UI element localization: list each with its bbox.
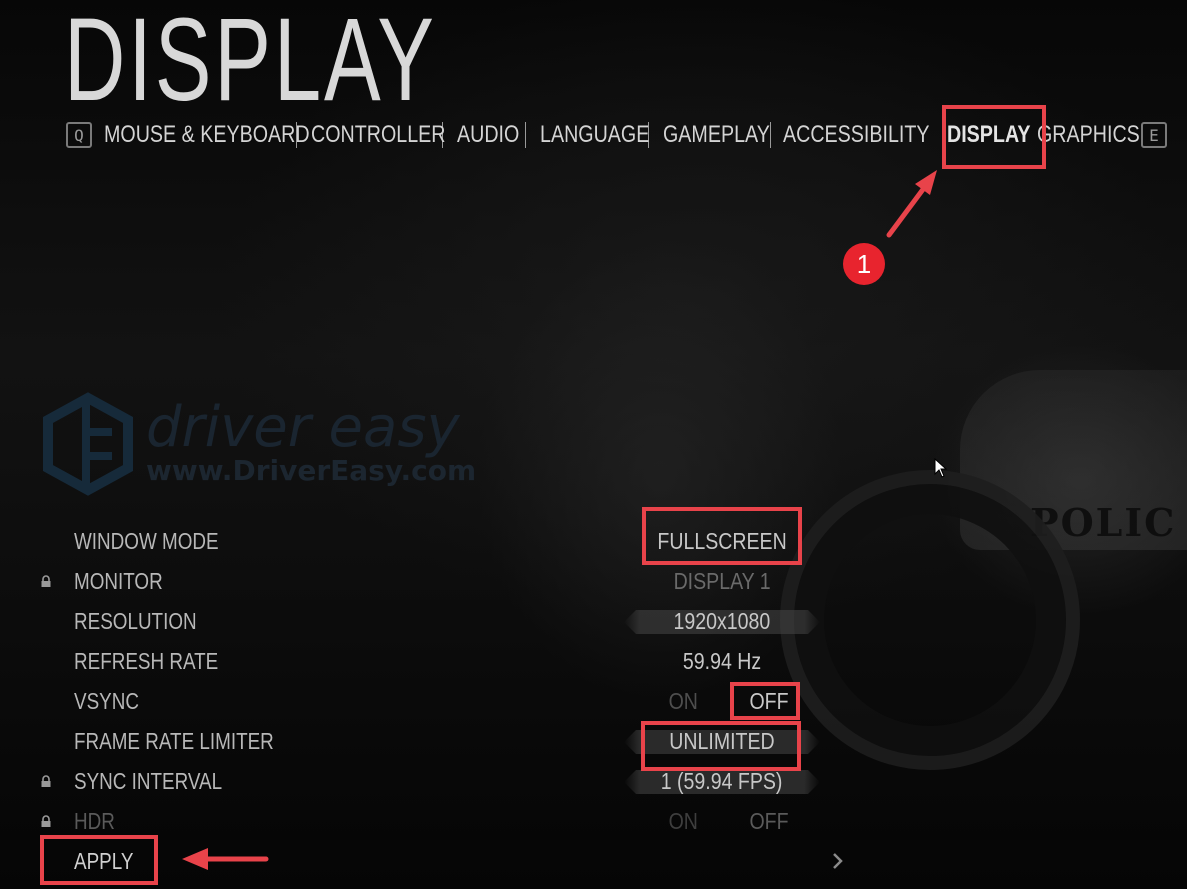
prev-tab-key-q[interactable]: Q bbox=[66, 122, 92, 148]
tab-controller[interactable]: CONTROLLER bbox=[311, 121, 446, 149]
setting-row-resolution[interactable]: RESOLUTION 1920x1080 bbox=[0, 602, 900, 642]
setting-row-refresh-rate[interactable]: REFRESH RATE 59.94 Hz bbox=[0, 642, 900, 682]
setting-row-monitor: MONITOR DISPLAY 1 bbox=[0, 562, 900, 602]
chevron-right-icon[interactable] bbox=[830, 849, 846, 873]
step-number-badge: 1 bbox=[843, 243, 885, 285]
setting-label: MONITOR bbox=[74, 568, 163, 594]
page-title: DISPLAY bbox=[64, 0, 437, 126]
watermark: driver easy www.DriverEasy.com bbox=[40, 392, 476, 496]
tab-separator bbox=[770, 122, 771, 148]
watermark-url: www.DriverEasy.com bbox=[146, 453, 477, 487]
vsync-on-option[interactable]: ON bbox=[666, 688, 701, 715]
next-tab-key-e[interactable]: E bbox=[1141, 122, 1167, 148]
setting-label: VSYNC bbox=[74, 688, 139, 714]
tab-separator bbox=[525, 122, 526, 148]
mouse-cursor-icon bbox=[934, 458, 948, 478]
hdr-off-option: OFF bbox=[749, 808, 789, 834]
setting-label: REFRESH RATE bbox=[74, 648, 219, 674]
setting-value-monitor: DISPLAY 1 bbox=[673, 568, 771, 594]
highlight-window-mode bbox=[642, 507, 802, 565]
tab-language[interactable]: LANGUAGE bbox=[540, 121, 649, 149]
highlight-apply bbox=[40, 835, 158, 885]
setting-label: SYNC INTERVAL bbox=[74, 768, 223, 794]
setting-label: WINDOW MODE bbox=[74, 528, 219, 554]
setting-value-refresh-rate[interactable]: 59.94 Hz bbox=[620, 648, 824, 675]
lock-icon bbox=[41, 815, 51, 827]
tab-gameplay[interactable]: GAMEPLAY bbox=[663, 121, 770, 149]
setting-label: HDR bbox=[74, 808, 115, 834]
tab-audio[interactable]: AUDIO bbox=[457, 121, 519, 149]
driver-easy-logo-icon bbox=[43, 392, 133, 496]
lock-icon bbox=[41, 775, 51, 787]
setting-value-sync-interval: 1 (59.94 FPS) bbox=[661, 768, 783, 794]
setting-label: RESOLUTION bbox=[74, 608, 197, 634]
lock-icon bbox=[41, 575, 51, 587]
watermark-brand: driver easy bbox=[146, 394, 460, 460]
highlight-display-tab bbox=[942, 105, 1046, 169]
tab-mouse-keyboard[interactable]: MOUSE & KEYBOARD bbox=[104, 121, 310, 149]
hdr-on-option: ON bbox=[668, 808, 698, 834]
setting-label: FRAME RATE LIMITER bbox=[74, 728, 274, 754]
tab-accessibility[interactable]: ACCESSIBILITY bbox=[783, 121, 930, 149]
setting-value-resolution[interactable]: 1920x1080 bbox=[620, 608, 824, 635]
highlight-frame-rate-limiter bbox=[641, 721, 801, 771]
highlight-vsync-off bbox=[730, 682, 800, 720]
tab-graphics[interactable]: GRAPHICS bbox=[1037, 121, 1140, 149]
